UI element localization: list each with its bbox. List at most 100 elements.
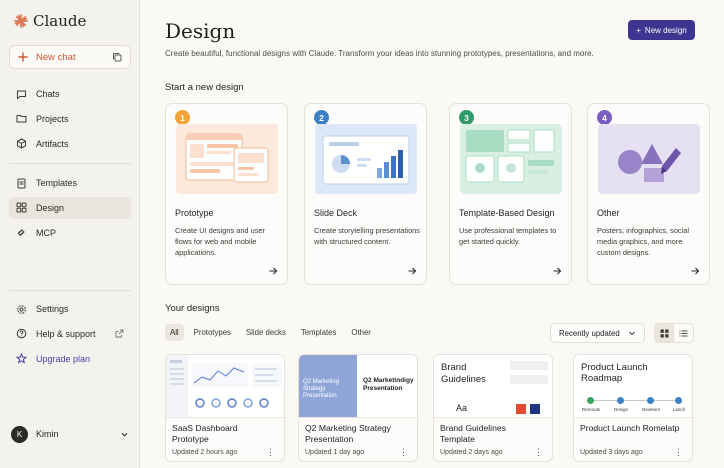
slide-deck-illustration <box>315 124 417 194</box>
more-options-icon[interactable]: ⋮ <box>534 447 543 458</box>
timeline-dot <box>587 397 594 404</box>
filter-all[interactable]: All <box>165 324 184 341</box>
timeline-label: Design <box>613 407 628 412</box>
external-link-icon <box>115 329 124 338</box>
claude-logo[interactable]: Claude <box>14 12 86 30</box>
thumb-title: Product Launch Roadmap <box>581 362 648 384</box>
more-options-icon[interactable]: ⋮ <box>674 447 683 458</box>
design-type-card-other[interactable]: 4 Other Posters, infographics, social me… <box>587 103 710 285</box>
more-options-icon[interactable]: ⋮ <box>399 447 408 458</box>
new-chat-label: New chat <box>36 51 76 63</box>
card-description: Posters, infographics, social media grap… <box>597 226 690 257</box>
design-type-card-template[interactable]: 3 Template-Based Design Use professional… <box>449 103 572 285</box>
page-title: Design <box>165 19 236 43</box>
copy-icon[interactable] <box>112 52 122 62</box>
new-design-button[interactable]: + New design <box>628 20 695 40</box>
design-item-product-launch[interactable]: Product Launch Roadmap Rernouts Design D… <box>573 354 693 462</box>
other-illustration <box>598 124 700 194</box>
slides-thumbnail: Q2 Marketing Strategy Presentation Q2 Ma… <box>299 355 417 418</box>
sidebar-item-label: Help & support <box>36 328 96 339</box>
grid-icon <box>660 329 668 337</box>
sidebar-item-artifacts[interactable]: Artifacts <box>9 133 131 155</box>
new-design-label: New design <box>644 25 687 35</box>
card-title: Other <box>597 208 620 218</box>
placeholder-bar <box>510 361 548 370</box>
timeline-label: Rernouts <box>581 407 601 412</box>
list-icon <box>679 330 688 336</box>
sidebar-item-label: Upgrade plan <box>36 353 91 364</box>
sidebar-bottom-nav: Settings Help & support Upgrade plan <box>9 298 131 372</box>
sidebar-item-design[interactable]: Design <box>9 196 131 219</box>
sidebar-item-label: Projects <box>36 113 69 124</box>
card-description: Use professional templates to get starte… <box>459 226 557 246</box>
new-chat-button[interactable]: New chat <box>9 45 131 69</box>
claude-starburst-icon <box>14 14 28 28</box>
timeline-line <box>590 400 680 401</box>
avatar: K <box>11 425 28 443</box>
design-type-card-slide-deck[interactable]: 2 Slide Deck Create storytelling present… <box>304 103 427 285</box>
sidebar-item-label: Templates <box>36 178 78 188</box>
filter-templates[interactable]: Templates <box>296 324 342 341</box>
sidebar-item-projects[interactable]: Projects <box>9 108 131 130</box>
timeline-label: Devetors <box>641 407 660 412</box>
sidebar-item-label: Settings <box>36 304 69 314</box>
chevron-down-icon <box>629 331 635 336</box>
card-description: Create storytelling presentations with s… <box>314 226 420 246</box>
card-description: Create UI designs and user flows for web… <box>175 226 265 257</box>
arrow-right-icon <box>691 267 700 275</box>
grid-icon <box>16 202 27 213</box>
card-title: Template-Based Design <box>459 208 555 218</box>
sidebar-primary-nav: Chats Projects Artifacts <box>9 83 131 157</box>
step-badge: 4 <box>597 110 612 125</box>
list-view-toggle[interactable] <box>674 323 694 343</box>
template-illustration <box>460 124 562 194</box>
timeline-dot <box>617 397 624 404</box>
sidebar-item-templates[interactable]: Templates <box>9 172 131 194</box>
sidebar-item-chats[interactable]: Chats <box>9 83 131 105</box>
grid-view-toggle[interactable] <box>654 323 674 343</box>
design-updated: Updated 2 days ago <box>440 449 503 456</box>
design-updated: Updated 1 day ago <box>305 449 365 456</box>
design-item-q2-marketing[interactable]: Q2 Marketing Strategy Presentation Q2 Ma… <box>298 354 418 462</box>
sidebar-item-label: MCP <box>36 227 56 238</box>
user-menu[interactable]: K Kimin <box>9 423 131 445</box>
design-updated: Updated 3 days ago <box>580 449 643 456</box>
sidebar-divider <box>9 163 131 164</box>
filter-other[interactable]: Other <box>346 324 376 341</box>
design-type-card-prototype[interactable]: 1 Prototype Create UI designs and user f… <box>165 103 288 285</box>
sidebar-item-help[interactable]: Help & support <box>9 323 131 345</box>
design-title: SaaS Dashboard Prototype <box>172 423 238 444</box>
color-swatch <box>516 404 526 414</box>
page-subtitle: Create beautiful, functional designs wit… <box>165 49 594 58</box>
sort-label: Recently updated <box>559 328 620 338</box>
help-icon <box>16 328 27 339</box>
plus-icon <box>18 52 28 62</box>
sort-dropdown[interactable]: Recently updated <box>550 323 645 343</box>
section-heading-your-designs: Your designs <box>165 303 220 314</box>
more-options-icon[interactable]: ⋮ <box>266 447 275 458</box>
step-badge: 1 <box>175 110 190 125</box>
folder-icon <box>16 115 27 123</box>
sidebar-item-mcp[interactable]: MCP <box>9 222 131 244</box>
design-item-saas-dashboard[interactable]: SaaS Dashboard Prototype Updated 2 hours… <box>165 354 285 462</box>
filter-prototypes[interactable]: Prototypes <box>189 324 236 341</box>
slide-text: Q2 Marketindigy Presentation <box>363 377 414 392</box>
plus-icon: + <box>636 25 641 35</box>
slide-text: Q2 Marketing Strategy Presentation <box>303 379 340 399</box>
sidebar-item-upgrade[interactable]: Upgrade plan <box>9 348 131 370</box>
design-title: Product Launch Romelatp <box>580 423 680 433</box>
sidebar: Claude New chat Chats Projects Artifacts… <box>0 0 140 468</box>
card-title: Slide Deck <box>314 208 358 218</box>
document-icon <box>17 178 26 188</box>
user-name: Kimin <box>36 429 59 439</box>
design-title: Q2 Marketing Strategy Presentation <box>305 423 391 444</box>
sidebar-item-settings[interactable]: Settings <box>9 298 131 320</box>
sparkle-icon <box>16 353 27 364</box>
type-sample: Aa <box>456 403 468 413</box>
main-content: Design Create beautiful, functional desi… <box>141 0 724 468</box>
chat-bubble-icon <box>17 90 26 100</box>
artifacts-icon <box>17 138 26 149</box>
sidebar-divider <box>9 290 131 291</box>
design-item-brand-guidelines[interactable]: Brand Guidelines Aa Brand Guidelines Tem… <box>433 354 553 462</box>
filter-slide-decks[interactable]: Slide decks <box>241 324 291 341</box>
